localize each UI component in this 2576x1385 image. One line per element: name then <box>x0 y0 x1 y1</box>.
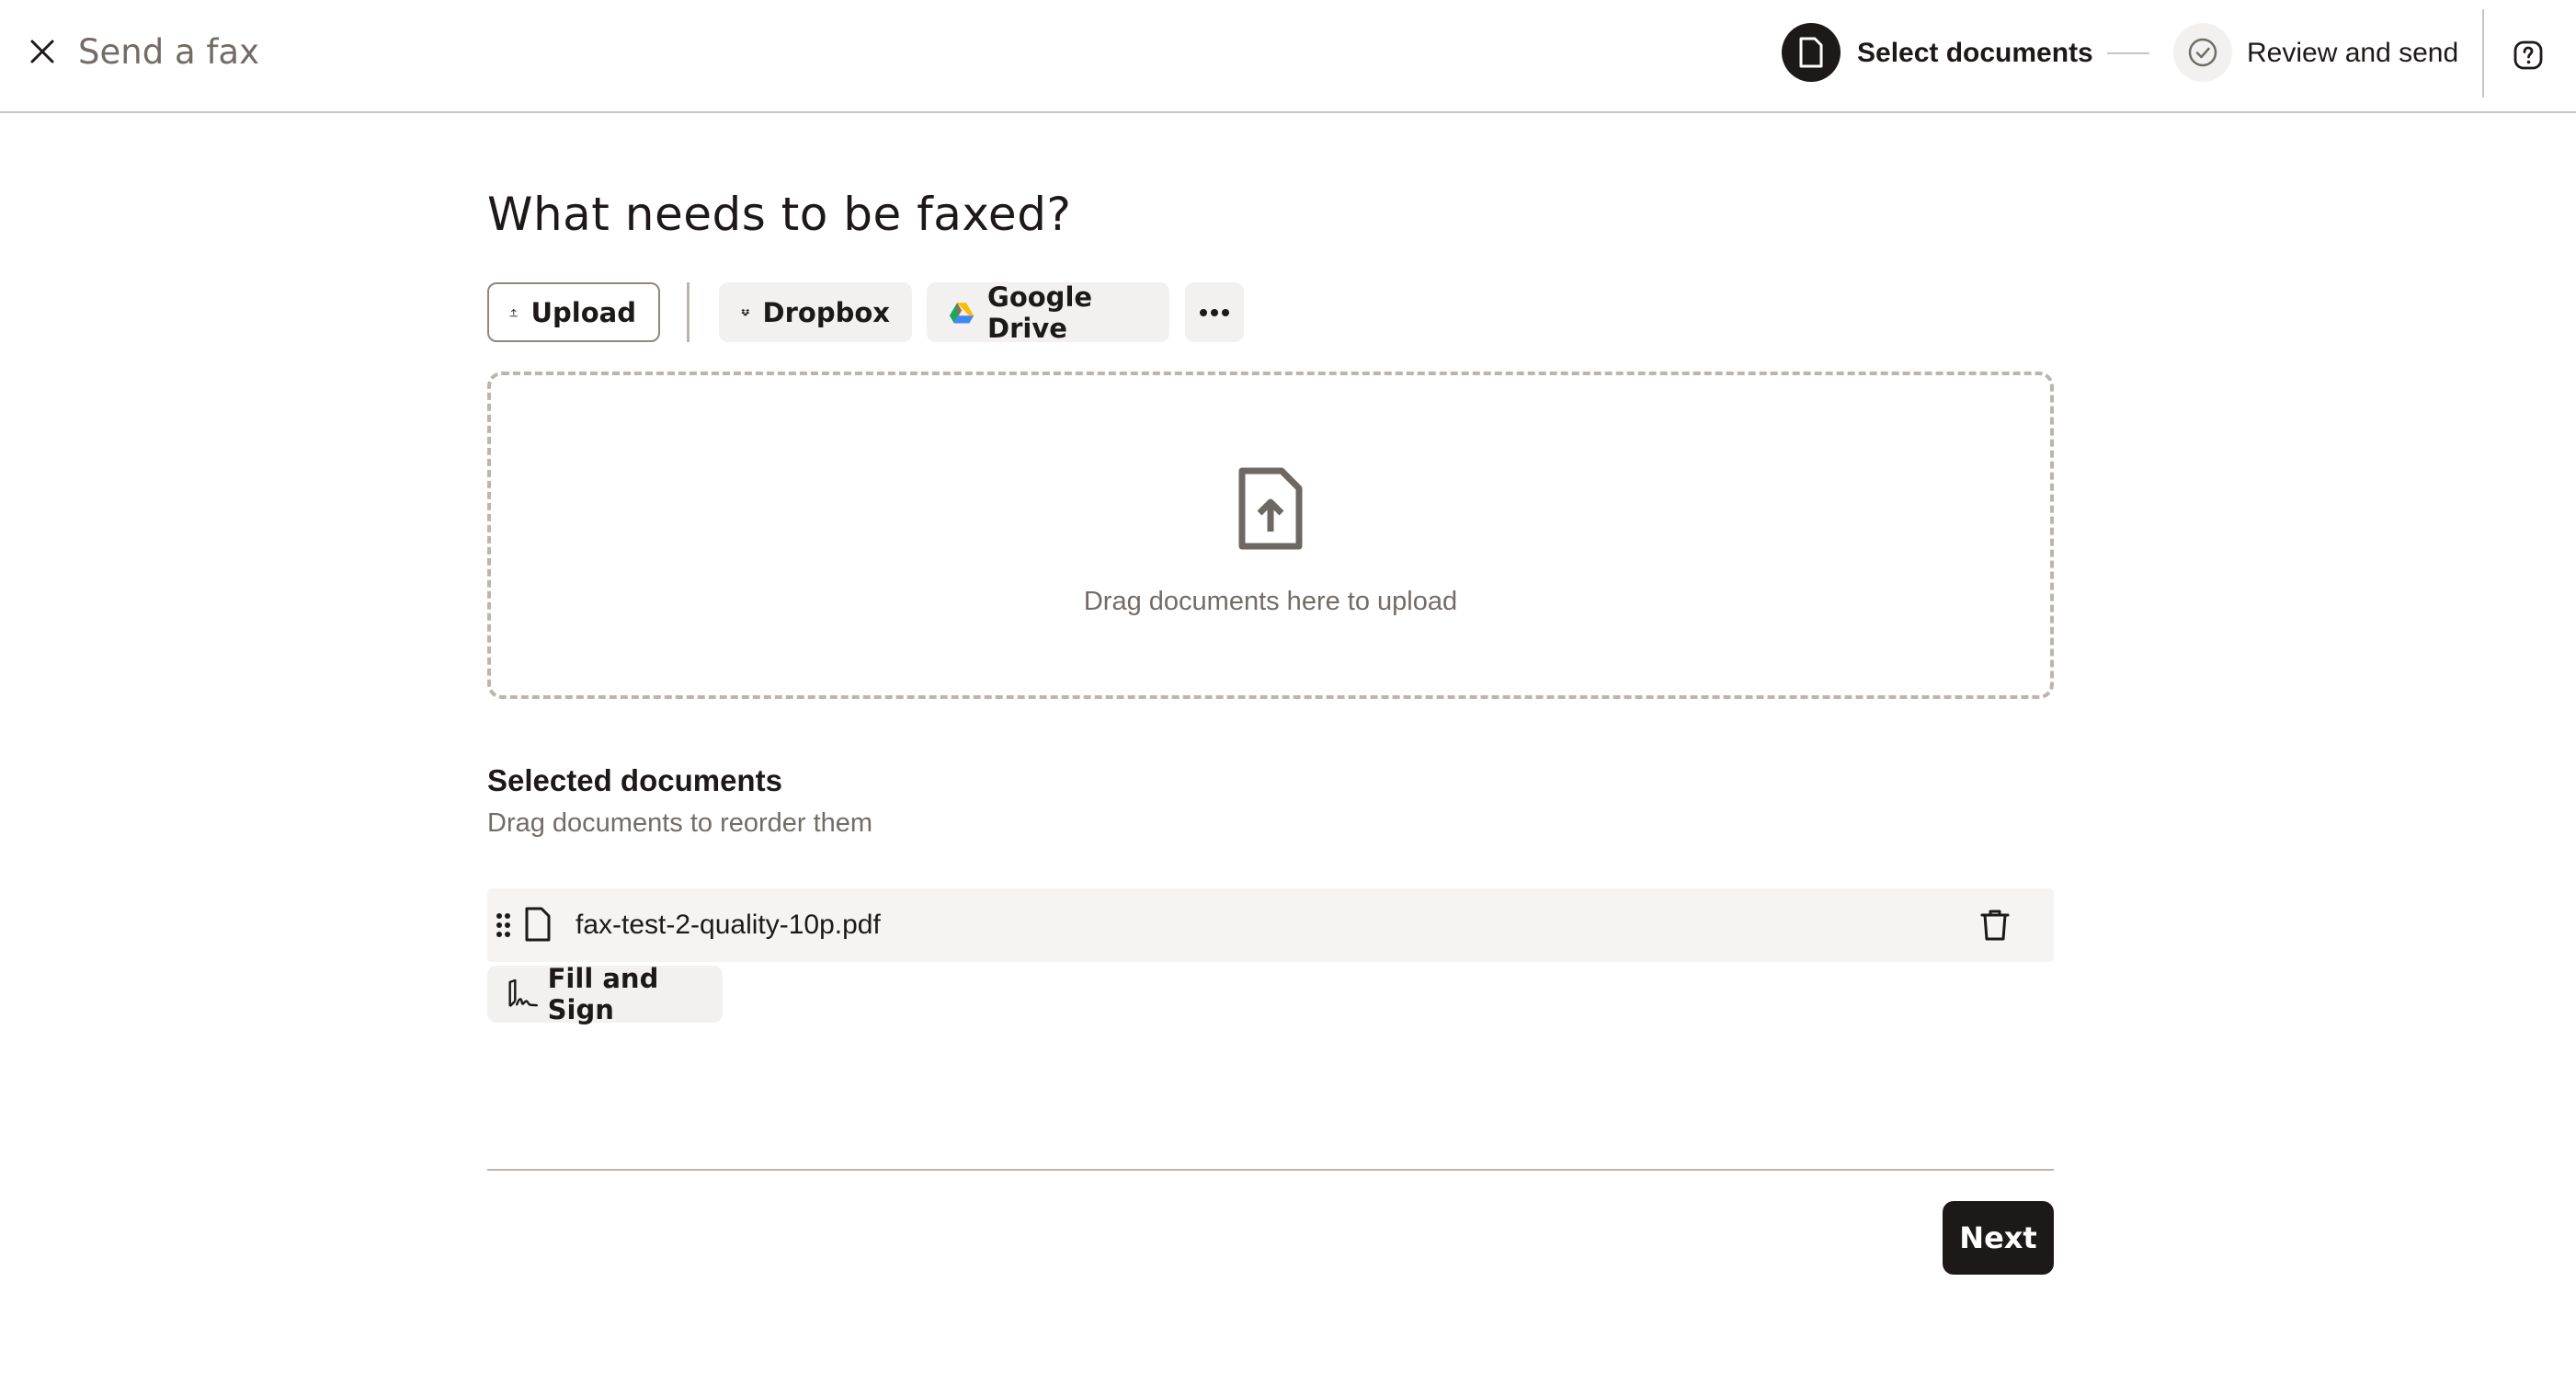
upload-button[interactable]: Upload <box>487 282 660 342</box>
document-row[interactable]: fax-test-2-quality-10p.pdf <box>487 888 2054 962</box>
selected-documents-heading: Selected documents <box>487 763 782 797</box>
trash-icon <box>1980 910 2010 941</box>
file-upload-icon <box>1238 467 1303 550</box>
step-2-label: Review and send <box>2247 38 2459 68</box>
help-icon <box>2513 40 2543 70</box>
google-drive-button[interactable]: Google Drive <box>927 280 1169 344</box>
next-button[interactable]: Next <box>1943 1201 2054 1275</box>
dropbox-label: Dropbox <box>762 296 890 328</box>
document-icon <box>1799 37 1823 68</box>
app-title: Send a fax <box>78 32 259 72</box>
check-circle-icon <box>2188 38 2217 67</box>
fill-sign-icon <box>508 979 538 1007</box>
step-connector <box>2107 52 2149 54</box>
step-1-label: Select documents <box>1857 38 2093 68</box>
step-2-indicator <box>2173 23 2232 82</box>
help-button[interactable] <box>2504 31 2552 79</box>
upload-dropzone[interactable]: Drag documents here to upload <box>487 372 2054 699</box>
upload-label: Upload <box>530 296 637 328</box>
page-heading: What needs to be faxed? <box>487 188 1072 241</box>
source-divider <box>687 282 690 342</box>
more-horizontal-icon <box>1200 308 1229 316</box>
drag-handle-icon[interactable] <box>495 910 513 940</box>
delete-document-button[interactable] <box>1973 903 2017 947</box>
dropbox-button[interactable]: Dropbox <box>719 282 912 342</box>
document-icon <box>525 907 551 942</box>
fill-and-sign-label: Fill and Sign <box>547 963 659 1025</box>
dropbox-icon <box>741 308 750 316</box>
document-name: fax-test-2-quality-10p.pdf <box>576 910 881 940</box>
selected-documents-subtext: Drag documents to reorder them <box>487 808 873 838</box>
fill-and-sign-button[interactable]: Fill and Sign <box>487 963 723 1025</box>
google-drive-icon <box>949 302 975 324</box>
close-icon <box>30 40 54 63</box>
step-1-indicator <box>1782 23 1841 82</box>
google-drive-label: Google Drive <box>987 280 1093 344</box>
close-button[interactable] <box>20 29 64 74</box>
top-bar: Send a fax Select documents Review and s… <box>0 0 2576 113</box>
footer-divider <box>487 1169 2054 1171</box>
dropzone-text: Drag documents here to upload <box>1083 587 1458 616</box>
more-sources-button[interactable] <box>1185 282 1244 342</box>
upload-icon <box>509 308 518 316</box>
header-divider <box>2482 9 2484 97</box>
